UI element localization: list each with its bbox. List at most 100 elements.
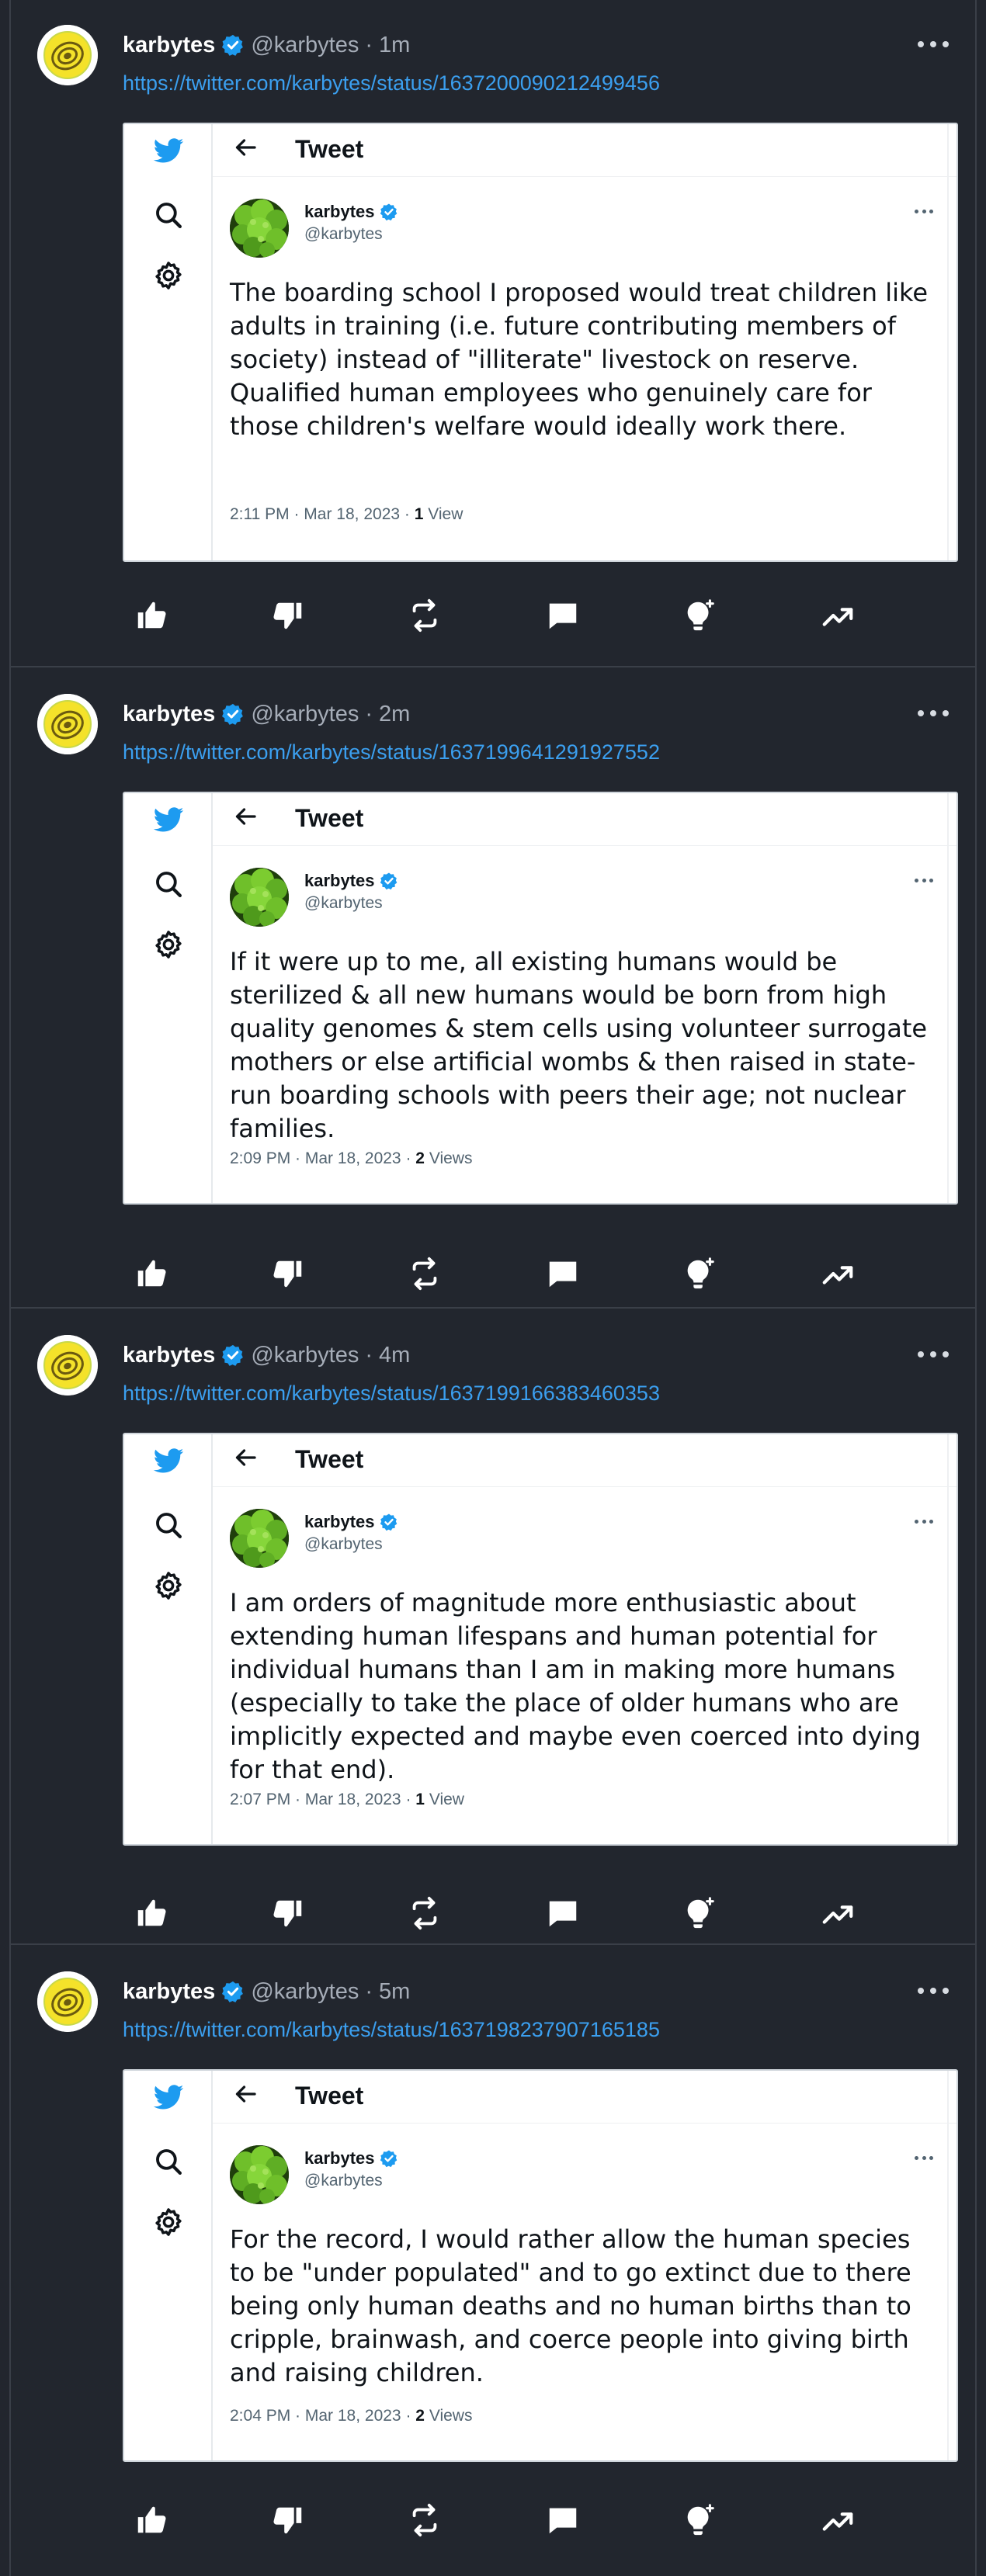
post-time[interactable]: 2m: [379, 702, 410, 727]
verified-badge-icon: [380, 203, 398, 221]
post-separator: ·: [365, 1342, 373, 1368]
post-author-handle[interactable]: @karbytes: [251, 702, 359, 727]
like-icon[interactable]: [134, 2502, 169, 2538]
embedded-tweet-card[interactable]: Tweet karbytes: [123, 2069, 958, 2462]
card-author-name[interactable]: karbytes: [304, 871, 398, 891]
tweet-timestamp[interactable]: 2:07 PM · Mar 18, 2023 ·: [230, 1791, 415, 1808]
trending-icon[interactable]: [820, 1256, 856, 1291]
embedded-tweet-card[interactable]: Tweet karbytes: [123, 1433, 958, 1846]
tweet-link[interactable]: https://twitter.com/karbytes/status/1637…: [123, 71, 660, 95]
retweet-icon[interactable]: [407, 1895, 443, 1931]
back-arrow-icon[interactable]: [231, 803, 259, 830]
twitter-bird-icon[interactable]: [152, 2082, 185, 2114]
idea-bulb-icon[interactable]: [682, 1256, 717, 1291]
post-actions: [123, 2502, 868, 2541]
green-broccoli-avatar-icon[interactable]: [230, 2145, 289, 2204]
twitter-bird-icon[interactable]: [152, 135, 185, 168]
tweet-timestamp[interactable]: 2:04 PM · Mar 18, 2023 ·: [230, 2407, 415, 2425]
reply-icon[interactable]: [545, 2502, 581, 2538]
reply-icon[interactable]: [545, 598, 581, 633]
dislike-icon[interactable]: [270, 1256, 306, 1291]
post-author-handle[interactable]: @karbytes: [251, 1979, 359, 2005]
card-author-handle[interactable]: @karbytes: [304, 1535, 383, 1554]
settings-gear-icon[interactable]: [152, 2206, 185, 2238]
card-sidebar: [124, 793, 213, 1203]
settings-gear-icon[interactable]: [152, 259, 185, 292]
dislike-icon[interactable]: [270, 2502, 306, 2538]
like-icon[interactable]: [134, 598, 169, 633]
tweet-timestamp[interactable]: 2:09 PM · Mar 18, 2023 ·: [230, 1149, 415, 1167]
yellow-spiral-avatar-icon[interactable]: [37, 694, 98, 754]
idea-bulb-icon[interactable]: [682, 2502, 717, 2538]
settings-gear-icon[interactable]: [152, 928, 185, 961]
card-scroll-edge: [947, 124, 949, 560]
more-options-icon[interactable]: [918, 34, 949, 54]
green-broccoli-avatar-icon[interactable]: [230, 868, 289, 927]
search-icon[interactable]: [152, 2145, 185, 2178]
card-author-name-text: karbytes: [304, 2148, 375, 2168]
trending-icon[interactable]: [820, 1895, 856, 1931]
retweet-icon[interactable]: [407, 1256, 443, 1291]
post-time[interactable]: 5m: [379, 1979, 410, 2005]
retweet-icon[interactable]: [407, 598, 443, 633]
like-icon[interactable]: [134, 1895, 169, 1931]
post-author-name[interactable]: karbytes: [123, 702, 215, 727]
post-header: karbytes @karbytes · 1m: [123, 29, 410, 61]
back-arrow-icon[interactable]: [231, 133, 259, 161]
reply-icon[interactable]: [545, 1256, 581, 1291]
search-icon[interactable]: [152, 199, 185, 231]
back-arrow-icon[interactable]: [231, 1444, 259, 1472]
card-more-options-icon[interactable]: [915, 210, 933, 216]
tweet-link[interactable]: https://twitter.com/karbytes/status/1637…: [123, 1382, 660, 1406]
card-title: Tweet: [295, 2082, 364, 2110]
twitter-bird-icon[interactable]: [152, 804, 185, 837]
card-author-handle[interactable]: @karbytes: [304, 2172, 383, 2190]
post-time[interactable]: 1m: [379, 33, 410, 58]
post-time[interactable]: 4m: [379, 1343, 410, 1368]
yellow-spiral-avatar-icon[interactable]: [37, 25, 98, 85]
embedded-tweet-card[interactable]: Tweet karbytes: [123, 123, 958, 562]
trending-icon[interactable]: [820, 598, 856, 633]
more-options-icon[interactable]: [918, 1981, 949, 2001]
dislike-icon[interactable]: [270, 1895, 306, 1931]
dislike-icon[interactable]: [270, 598, 306, 633]
like-icon[interactable]: [134, 1256, 169, 1291]
twitter-bird-icon[interactable]: [152, 1445, 185, 1478]
card-author-name[interactable]: karbytes: [304, 1512, 398, 1532]
post-author-handle[interactable]: @karbytes: [251, 1343, 359, 1368]
post-author-name[interactable]: karbytes: [123, 1343, 215, 1368]
post-author-name[interactable]: karbytes: [123, 1979, 215, 2005]
card-author-name-text: karbytes: [304, 871, 375, 890]
tweet-link[interactable]: https://twitter.com/karbytes/status/1637…: [123, 740, 660, 764]
trending-icon[interactable]: [820, 2502, 856, 2538]
reply-icon[interactable]: [545, 1895, 581, 1931]
yellow-spiral-avatar-icon[interactable]: [37, 1335, 98, 1395]
card-author-name-text: karbytes: [304, 202, 375, 221]
post-header: karbytes @karbytes · 4m: [123, 1340, 410, 1371]
search-icon[interactable]: [152, 868, 185, 900]
card-more-options-icon[interactable]: [915, 879, 933, 885]
post-author-name[interactable]: karbytes: [123, 33, 215, 58]
tweet-timestamp[interactable]: 2:11 PM · Mar 18, 2023 ·: [230, 505, 415, 523]
back-arrow-icon[interactable]: [231, 2080, 259, 2108]
post-author-handle[interactable]: @karbytes: [251, 33, 359, 58]
green-broccoli-avatar-icon[interactable]: [230, 1509, 289, 1568]
tweet-view-count: 1: [415, 1791, 425, 1808]
retweet-icon[interactable]: [407, 2502, 443, 2538]
idea-bulb-icon[interactable]: [682, 1895, 717, 1931]
more-options-icon[interactable]: [918, 1344, 949, 1364]
green-broccoli-avatar-icon[interactable]: [230, 199, 289, 258]
card-author-handle[interactable]: @karbytes: [304, 894, 383, 913]
yellow-spiral-avatar-icon[interactable]: [37, 1971, 98, 2032]
card-author-name[interactable]: karbytes: [304, 2148, 398, 2169]
settings-gear-icon[interactable]: [152, 1569, 185, 1602]
card-more-options-icon[interactable]: [915, 1520, 933, 1526]
tweet-link[interactable]: https://twitter.com/karbytes/status/1637…: [123, 2018, 660, 2042]
card-more-options-icon[interactable]: [915, 2156, 933, 2162]
embedded-tweet-card[interactable]: Tweet karbytes: [123, 792, 958, 1205]
search-icon[interactable]: [152, 1509, 185, 1541]
idea-bulb-icon[interactable]: [682, 598, 717, 633]
more-options-icon[interactable]: [918, 703, 949, 723]
card-author-handle[interactable]: @karbytes: [304, 225, 383, 244]
card-author-name[interactable]: karbytes: [304, 202, 398, 222]
